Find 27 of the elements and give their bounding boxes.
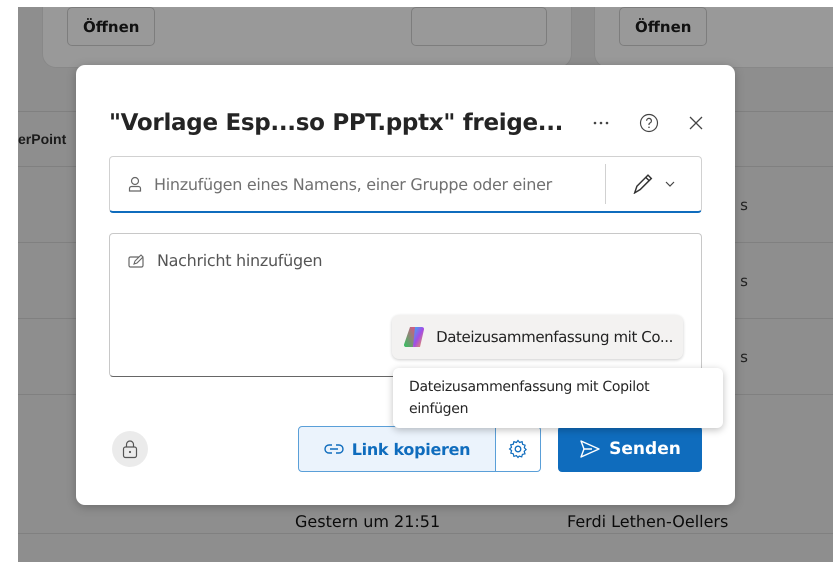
- tooltip: Dateizusammenfassung mit Copilot einfügen: [393, 368, 723, 428]
- row-text: s: [740, 348, 748, 366]
- settings-button[interactable]: [495, 426, 541, 472]
- lock-icon[interactable]: [112, 431, 148, 467]
- close-icon[interactable]: [689, 116, 704, 130]
- edit-icon: [128, 254, 145, 268]
- row-text: s: [740, 272, 748, 290]
- copilot-icon: [402, 325, 426, 349]
- open-button[interactable]: Öffnen: [67, 7, 156, 46]
- copy-link-button[interactable]: Link kopieren: [298, 426, 496, 472]
- gear-icon: [508, 439, 528, 459]
- send-button[interactable]: Senden: [558, 426, 702, 472]
- open-button[interactable]: Öffnen: [619, 7, 708, 46]
- file-type-label: erPoint: [18, 131, 66, 147]
- more-icon[interactable]: [593, 121, 610, 125]
- pencil-icon: [632, 174, 652, 194]
- chevron-icon: [664, 181, 674, 187]
- row-text: s: [740, 196, 748, 214]
- link-icon: [324, 444, 344, 454]
- owner-name: Ferdi Lethen-Oellers: [567, 512, 728, 531]
- copilot-summary-button[interactable]: Dateizusammenfassung mit Co...: [392, 315, 683, 359]
- dialog-title: "Vorlage Esp...so PPT.pptx" freige...: [109, 110, 564, 136]
- modified-date: Gestern um 21:51: [295, 512, 442, 531]
- help-icon[interactable]: [639, 113, 660, 133]
- person-icon: [128, 176, 142, 192]
- people-picker[interactable]: Hinzufügen eines Namens, einer Gruppe oder einer: [109, 156, 702, 213]
- send-icon: [579, 439, 602, 459]
